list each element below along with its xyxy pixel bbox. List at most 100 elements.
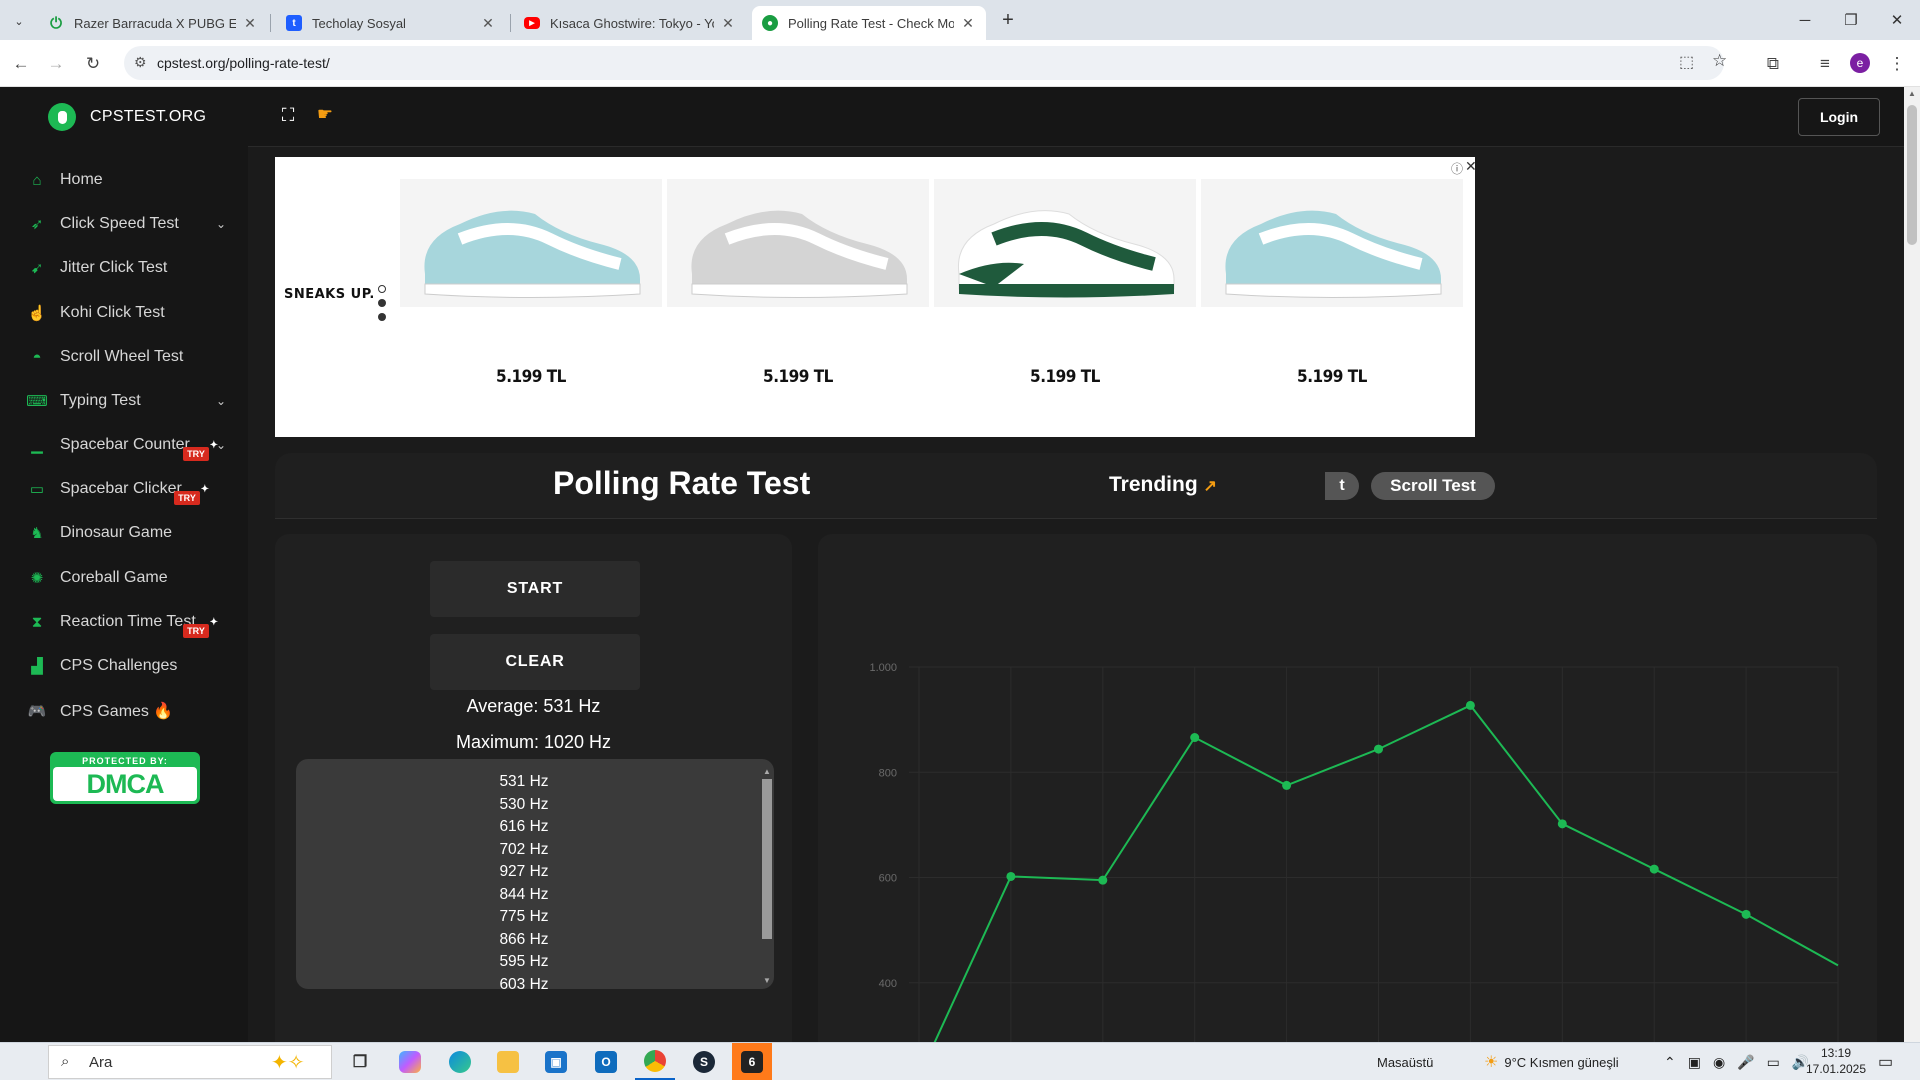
sidebar-item-home[interactable]: ⌂ Home xyxy=(0,160,248,200)
tab-polling-rate[interactable]: ● Polling Rate Test - Check Mouse Hz ✕ xyxy=(752,6,986,40)
shoe-image-green[interactable] xyxy=(934,179,1196,307)
polling-rate-chart: 2004006008001.0001234567891011 xyxy=(869,662,1839,1042)
jitter-icon: ➹ xyxy=(30,260,44,277)
dmca-top-text: PROTECTED BY: xyxy=(82,756,168,766)
close-icon[interactable]: ✕ xyxy=(242,15,258,32)
chevron-down-icon[interactable]: ⌄ xyxy=(216,394,226,408)
scroll-up-icon[interactable]: ▲ xyxy=(763,767,771,776)
bookmark-star-icon[interactable]: ☆ xyxy=(1712,51,1727,71)
profile-avatar[interactable]: e xyxy=(1850,53,1870,73)
rainbow-six-icon[interactable]: 6 xyxy=(732,1043,772,1080)
chevron-up-icon[interactable]: ⌃ xyxy=(1664,1054,1676,1071)
tray-app-icon[interactable]: ▣ xyxy=(1688,1054,1701,1071)
scroll-down-icon[interactable]: ▼ xyxy=(763,976,771,985)
address-bar[interactable]: ⚙ cpstest.org/polling-rate-test/ ⬚ ☆ xyxy=(124,46,1727,80)
media-control-icon[interactable]: ≡ xyxy=(1810,40,1840,87)
microsoft-store-icon[interactable]: ▣ xyxy=(536,1043,576,1080)
sidebar-item-dinosaur-game[interactable]: ♞ Dinosaur Game xyxy=(0,513,248,553)
scroll-up-icon[interactable]: ▲ xyxy=(1908,89,1916,98)
shoe-image-light-blue[interactable] xyxy=(1201,179,1463,307)
spacebar-key-icon: ▭ xyxy=(29,481,45,498)
dmca-badge[interactable]: PROTECTED BY: DMCA xyxy=(50,752,200,804)
system-tray[interactable]: ⌃ ▣ ◉ 🎤 ▭ 🔊 xyxy=(1664,1043,1809,1080)
new-tab-button[interactable]: + xyxy=(994,6,1022,34)
page-scrollbar-thumb[interactable] xyxy=(1907,105,1917,245)
back-icon[interactable]: ← xyxy=(6,40,36,87)
close-icon[interactable]: ✕ xyxy=(480,15,496,32)
sidebar-item-jitter-click-test[interactable]: ➹ Jitter Click Test xyxy=(0,248,248,288)
price-label: 5.199 TL xyxy=(1030,367,1100,387)
network-icon[interactable]: ▭ xyxy=(1767,1054,1780,1071)
start-button[interactable]: START xyxy=(430,561,640,617)
sidebar-item-label: Home xyxy=(60,171,103,188)
shoe-image-light-blue[interactable] xyxy=(400,179,662,307)
sidebar-item-reaction-time-test[interactable]: ⧗ Reaction Time Test TRY xyxy=(0,602,248,642)
page-scrollbar[interactable]: ▲ xyxy=(1904,87,1920,1042)
shoe-image-grey[interactable] xyxy=(667,179,929,307)
sidebar-item-click-speed-test[interactable]: ➶ Click Speed Test ⌄ xyxy=(0,204,248,244)
ad-close-icon[interactable]: ✕ xyxy=(1465,158,1477,175)
carousel-dot[interactable] xyxy=(378,285,386,293)
file-explorer-icon[interactable] xyxy=(488,1043,528,1080)
close-window-button[interactable]: ✕ xyxy=(1874,0,1920,40)
windows-start-icon[interactable] xyxy=(4,1043,44,1080)
trending-chip-partial[interactable]: t xyxy=(1325,472,1359,500)
fullscreen-icon[interactable]: ⛶ xyxy=(278,105,298,125)
carousel-dot[interactable] xyxy=(378,299,386,307)
sidebar-item-coreball-game[interactable]: ✺ Coreball Game xyxy=(0,558,248,598)
tab-youtube[interactable]: ▶ Kısaca Ghostwire: Tokyo - YouTube ✕ xyxy=(514,6,746,40)
close-icon[interactable]: ✕ xyxy=(720,15,736,32)
tab-search-icon[interactable]: ⌄ xyxy=(8,10,30,32)
minimize-button[interactable]: ─ xyxy=(1782,0,1828,40)
sidebar-item-scroll-wheel-test[interactable]: ◓ Scroll Wheel Test xyxy=(0,337,248,377)
sidebar-item-spacebar-clicker[interactable]: ▭ Spacebar Clicker TRY xyxy=(0,469,248,509)
tab-techolay[interactable]: t Techolay Sosyal ✕ xyxy=(276,6,506,40)
copilot-icon[interactable] xyxy=(390,1043,430,1080)
sidebar-item-kohi-click-test[interactable]: ☝ Kohi Click Test xyxy=(0,293,248,333)
clock[interactable]: 13:19 17.01.2025 xyxy=(1798,1045,1874,1077)
close-icon[interactable]: ✕ xyxy=(960,15,976,32)
page-title: Polling Rate Test xyxy=(553,465,811,501)
trending-chip-scroll-test[interactable]: Scroll Test xyxy=(1371,472,1495,500)
microphone-icon[interactable]: 🎤 xyxy=(1737,1054,1754,1071)
desktop-label[interactable]: Masaüstü xyxy=(1377,1043,1433,1080)
task-view-icon[interactable]: ❐ xyxy=(340,1043,380,1080)
chrome-icon[interactable] xyxy=(635,1043,675,1080)
taskbar-search[interactable]: ⌕ Ara ✦✧ xyxy=(48,1045,332,1079)
url-text[interactable]: cpstest.org/polling-rate-test/ xyxy=(157,55,330,71)
extensions-icon[interactable]: ⧉ xyxy=(1758,40,1788,87)
weather-widget[interactable]: ☀ 9°C Kısmen güneşli xyxy=(1484,1043,1619,1080)
scrollbar-thumb[interactable] xyxy=(762,779,772,939)
carousel-dot[interactable] xyxy=(378,313,386,321)
try-badge: TRY xyxy=(183,440,218,461)
sidebar-item-typing-test[interactable]: ⌨ Typing Test ⌄ xyxy=(0,381,248,421)
list-scrollbar[interactable]: ▲ ▼ xyxy=(760,767,772,985)
login-button[interactable]: Login xyxy=(1798,98,1880,136)
tray-app-icon[interactable]: ◉ xyxy=(1713,1054,1725,1071)
tab-razer[interactable]: ⏻ Razer Barracuda X PUBG Edition ✕ xyxy=(38,6,268,40)
menu-icon[interactable]: ⋮ xyxy=(1882,40,1912,87)
translate-icon[interactable]: ⬚ xyxy=(1679,52,1694,72)
sidebar-item-cps-challenges[interactable]: ▟ CPS Challenges xyxy=(0,646,248,686)
readings-list[interactable]: 531 Hz 530 Hz 616 Hz 702 Hz 927 Hz 844 Hz 775 … xyxy=(296,759,774,989)
sidebar-item-label: CPS Games 🔥 xyxy=(60,703,174,720)
sidebar-item-spacebar-counter[interactable]: ▁ Spacebar Counter ⌄ TRY xyxy=(0,425,248,465)
sidebar-item-label: Click Speed Test xyxy=(60,215,179,232)
restore-button[interactable]: ❐ xyxy=(1828,0,1874,40)
browser-toolbar: ← → ↻ ⚙ cpstest.org/polling-rate-test/ ⬚… xyxy=(0,40,1920,87)
reading-item: 595 Hz xyxy=(499,953,549,970)
steam-icon[interactable]: S xyxy=(684,1043,724,1080)
outlook-icon[interactable]: O xyxy=(586,1043,626,1080)
site-settings-icon[interactable]: ⚙ xyxy=(134,54,147,71)
site-logo[interactable]: CPSTEST.ORG xyxy=(0,87,248,147)
advertisement[interactable]: ⓘ ✕ SNEAKS UP. 5.199 TL 5.199 TL 5.199 T… xyxy=(275,157,1477,437)
chevron-down-icon[interactable]: ⌄ xyxy=(216,217,226,231)
notifications-icon[interactable]: ▭ xyxy=(1878,1043,1893,1080)
ad-info-icon[interactable]: ⓘ xyxy=(1451,160,1463,177)
clear-button[interactable]: CLEAR xyxy=(430,634,640,690)
edge-icon[interactable] xyxy=(440,1043,480,1080)
forward-icon[interactable]: → xyxy=(41,40,71,87)
sidebar-item-cps-games[interactable]: 🎮 CPS Games 🔥 xyxy=(0,691,248,731)
reload-icon[interactable]: ↻ xyxy=(78,40,108,87)
hand-pointer-icon[interactable]: ☛ xyxy=(314,103,336,125)
